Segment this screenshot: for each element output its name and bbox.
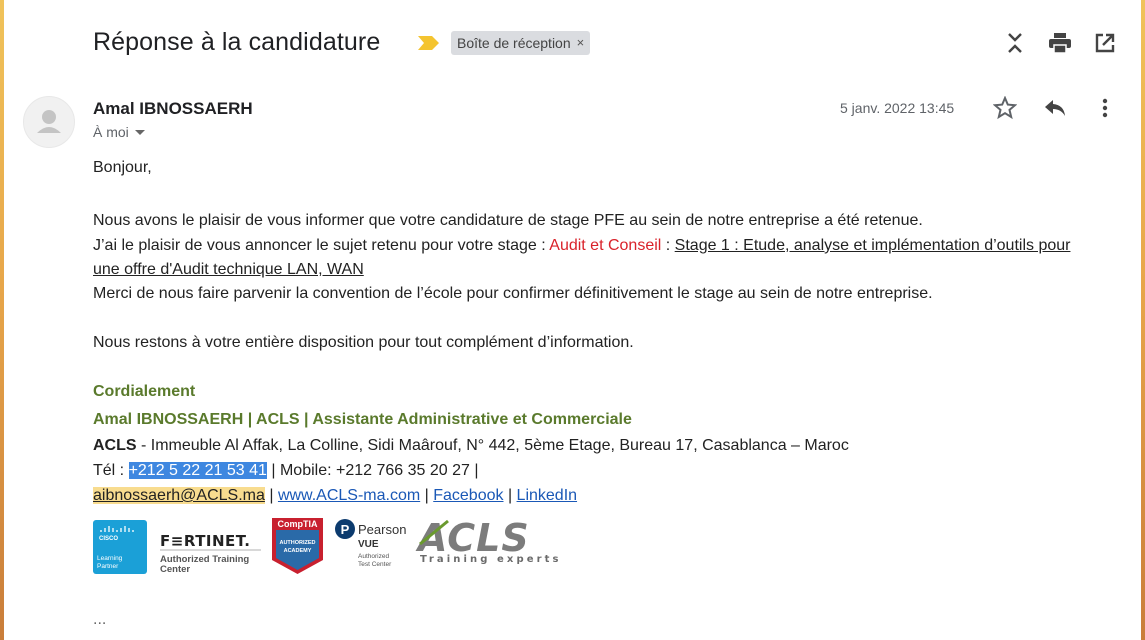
comptia-brand: CompTIA [278,519,318,529]
open-new-window-button[interactable] [1092,30,1118,56]
signature-address: ACLS - Immeuble Al Affak, La Colline, Si… [93,434,849,458]
sender-name[interactable]: Amal IBNOSSAERH [93,99,253,119]
importance-marker-icon[interactable] [418,36,440,50]
tel-label: Tél : [93,462,129,479]
recipient-label: À moi [93,124,129,140]
inbox-label-chip[interactable]: Boîte de réception × [451,31,591,55]
company-name: ACLS [93,437,137,454]
internship-topic-line2: une offre d'Audit technique LAN, WAN [93,261,364,278]
star-button[interactable] [992,95,1018,121]
pearson-line2: Test Center [358,561,392,568]
person-icon [37,110,61,133]
linkedin-link[interactable]: LinkedIn [517,487,578,504]
remove-label-icon[interactable]: × [577,31,585,55]
more-vertical-icon [1102,98,1108,118]
acls-tagline: Training experts [420,554,562,565]
paragraph-2-intro: J’ai le plaisir de vous annoncer le suje… [93,237,550,254]
cisco-line1: Learning [97,555,123,562]
pearson-brand: Pearson [358,522,406,537]
inbox-label-text: Boîte de réception [457,35,571,51]
internship-topic-line1: Stage 1 : Etude, analyse et implémentati… [674,237,1071,254]
pearson-vue-logo: P Pearson VUE Authorized Test Center [335,519,406,568]
star-icon [993,96,1017,120]
chevron-down-icon [134,130,145,135]
collapse-icon [1008,33,1022,53]
sender-avatar[interactable] [23,96,75,148]
more-options-button[interactable] [1092,95,1118,121]
email-view: Réponse à la candidature Boîte de récept… [4,0,1141,640]
acls-logo: ACLS Training experts [415,516,562,565]
fortinet-brand: F≡RTINET. [160,532,250,550]
mobile-number: | Mobile: +212 766 35 20 27 | [266,462,479,479]
comptia-line1: AUTHORIZED [279,540,315,546]
paragraph-2-sep: : [661,237,675,254]
link-sep: | [264,487,278,504]
cisco-brand: CISCO [99,536,118,542]
greeting: Bonjour, [93,159,152,176]
paragraph-1: Nous avons le plaisir de vous informer q… [93,212,923,229]
comptia-logo: CompTIA AUTHORIZED ACADEMY [272,518,323,574]
signature-title: Amal IBNOSSAERH | ACLS | Assistante Admi… [93,411,632,428]
comptia-line2: ACADEMY [284,548,312,554]
department-name: Audit et Conseil [549,237,662,254]
open-in-new-icon [1095,33,1115,53]
print-button[interactable] [1047,30,1073,56]
fortinet-line2: Center [160,564,190,575]
fortinet-logo: F≡RTINET. Authorized Training Center [160,532,261,575]
tel-number[interactable]: +212 5 22 21 53 41 [128,462,267,479]
svg-text:P: P [341,522,350,537]
signature-links: aibnossaerh@ACLS.ma | www.ACLS-ma.com | … [93,484,577,508]
link-sep: | [503,487,517,504]
print-icon [1049,33,1071,53]
paragraph-2: J’ai le plaisir de vous annoncer le suje… [93,234,1070,258]
facebook-link[interactable]: Facebook [433,487,503,504]
link-sep: | [420,487,434,504]
signature-phones: Tél : +212 5 22 21 53 41 | Mobile: +212 … [93,459,479,483]
recipient-details[interactable]: À moi [93,124,147,140]
show-trimmed-content[interactable]: ... [93,608,106,632]
reply-button[interactable] [1042,95,1068,121]
email-subject: Réponse à la candidature [93,28,381,56]
partner-logos: CISCO Learning Partner F≡RTINET. Authori… [93,516,562,575]
email-date: 5 janv. 2022 13:45 [840,100,955,116]
pearson-vue: VUE [358,539,379,550]
paragraph-3: Merci de nous faire parvenir la conventi… [93,285,933,302]
reply-icon [1045,100,1065,116]
cisco-learning-partner-logo: CISCO Learning Partner [93,520,147,574]
email-link[interactable]: aibnossaerh@ACLS.ma [93,487,265,504]
collapse-all-button[interactable] [1002,30,1028,56]
pearson-line1: Authorized [358,553,389,560]
signature-closing: Cordialement [93,383,196,400]
website-link[interactable]: www.ACLS-ma.com [278,487,420,504]
paragraph-4: Nous restons à votre entière disposition… [93,334,634,351]
cisco-line2: Partner [97,563,119,570]
address-text: - Immeuble Al Affak, La Colline, Sidi Ma… [136,437,849,454]
